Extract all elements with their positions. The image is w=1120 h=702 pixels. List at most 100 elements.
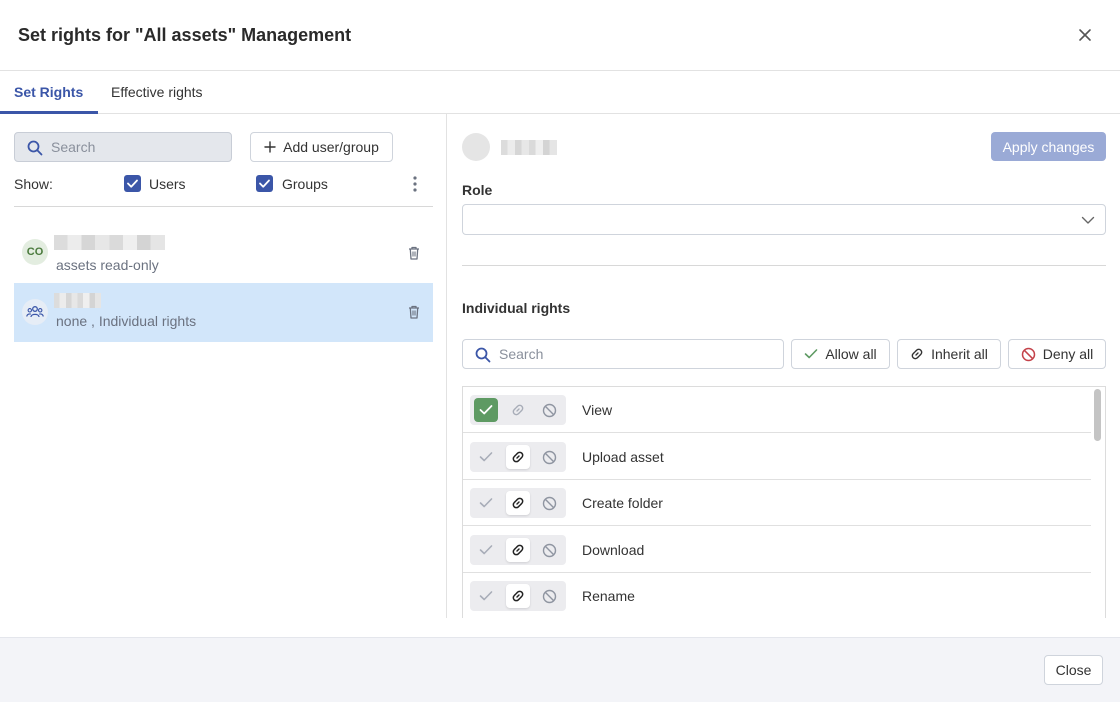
rights-search[interactable] — [462, 339, 784, 369]
check-icon — [479, 405, 493, 415]
deny-toggle[interactable] — [537, 538, 561, 562]
right-row-view: View — [463, 387, 1091, 433]
check-icon — [479, 498, 493, 508]
inherit-toggle[interactable] — [506, 445, 530, 469]
users-filter-label: Users — [149, 176, 186, 192]
block-icon — [1021, 347, 1035, 361]
divider — [462, 265, 1106, 266]
block-icon — [542, 496, 556, 510]
right-name: Create folder — [582, 495, 663, 511]
block-icon — [542, 450, 556, 464]
dialog-title: Set rights for "All assets" Management — [18, 25, 352, 45]
role-select[interactable] — [462, 204, 1106, 235]
block-icon — [542, 543, 556, 557]
more-options-icon[interactable] — [409, 175, 421, 193]
deny-toggle[interactable] — [537, 445, 561, 469]
users-checkbox[interactable] — [124, 175, 141, 192]
plus-icon — [264, 141, 276, 153]
check-icon — [259, 179, 270, 188]
entry-subtitle: none , Individual rights — [56, 313, 197, 329]
inherit-toggle[interactable] — [506, 584, 530, 608]
dialog-footer: Close — [0, 637, 1120, 702]
tab-set-rights[interactable]: Set Rights — [14, 84, 83, 100]
groups-filter-label: Groups — [282, 176, 328, 192]
right-name: Rename — [582, 588, 635, 604]
allow-toggle[interactable] — [474, 398, 498, 422]
rights-toggle — [470, 488, 566, 518]
inherit-all-button[interactable]: Inherit all — [897, 339, 1001, 369]
rights-toggle — [470, 395, 566, 425]
avatar: CO — [22, 239, 48, 265]
link-icon — [512, 404, 524, 416]
deny-all-button[interactable]: Deny all — [1008, 339, 1106, 369]
right-name: View — [582, 402, 613, 418]
right-name: Download — [582, 542, 645, 558]
trash-icon[interactable] — [407, 304, 421, 320]
show-label: Show: — [14, 176, 53, 192]
redacted-name — [54, 235, 165, 250]
dialog-header: Set rights for "All assets" Management — [0, 0, 1120, 71]
rights-search-input[interactable] — [499, 346, 774, 362]
allow-toggle[interactable] — [474, 445, 498, 469]
inherit-toggle[interactable] — [506, 491, 530, 515]
inherit-toggle[interactable] — [506, 538, 530, 562]
divider — [14, 206, 433, 207]
check-icon — [479, 545, 493, 555]
tab-bar: Set Rights Effective rights — [0, 71, 1120, 114]
individual-rights-label: Individual rights — [462, 300, 571, 316]
allow-toggle[interactable] — [474, 584, 498, 608]
rights-toggle — [470, 581, 566, 611]
principal-search[interactable] — [14, 132, 232, 162]
principal-entry-group[interactable]: none , Individual rights — [14, 283, 433, 342]
check-icon — [479, 452, 493, 462]
inherit-all-label: Inherit all — [931, 346, 988, 362]
close-icon[interactable] — [1075, 25, 1095, 45]
right-row-upload-asset: Upload asset — [463, 434, 1091, 480]
deny-toggle[interactable] — [537, 398, 561, 422]
block-icon — [542, 589, 556, 603]
right-row-download: Download — [463, 527, 1091, 573]
rights-panel: Apply changes Role Individual rights All… — [448, 114, 1120, 618]
allow-toggle[interactable] — [474, 491, 498, 515]
group-icon — [22, 299, 48, 325]
redacted-name — [54, 293, 101, 308]
add-user-group-button[interactable]: Add user/group — [250, 132, 393, 162]
principals-panel: Add user/group Show: Users Groups CO ass… — [0, 114, 447, 618]
rights-scrollbar[interactable] — [1094, 389, 1101, 441]
rights-toggle — [470, 442, 566, 472]
right-row-rename: Rename — [463, 573, 1091, 618]
apply-changes-button[interactable]: Apply changes — [991, 132, 1106, 161]
search-icon — [27, 140, 43, 156]
link-icon — [512, 497, 524, 509]
check-icon — [805, 349, 818, 359]
link-icon — [512, 590, 524, 602]
principal-search-input[interactable] — [51, 139, 221, 155]
trash-icon[interactable] — [407, 245, 421, 261]
allow-all-label: Allow all — [825, 346, 877, 362]
entry-subtitle: assets read-only — [56, 257, 159, 273]
right-name: Upload asset — [582, 449, 664, 465]
chevron-down-icon — [1081, 216, 1095, 224]
allow-toggle[interactable] — [474, 538, 498, 562]
search-icon — [475, 347, 491, 363]
close-button[interactable]: Close — [1044, 655, 1103, 685]
block-icon — [542, 403, 556, 417]
principal-entry-user[interactable]: CO assets read-only — [14, 223, 433, 282]
right-row-create-folder: Create folder — [463, 480, 1091, 526]
role-label: Role — [462, 182, 493, 198]
rights-toggle — [470, 535, 566, 565]
check-icon — [127, 179, 138, 188]
deny-toggle[interactable] — [537, 584, 561, 608]
link-icon — [512, 451, 524, 463]
deny-all-label: Deny all — [1042, 346, 1094, 362]
deny-toggle[interactable] — [537, 491, 561, 515]
link-icon — [512, 544, 524, 556]
avatar — [462, 133, 490, 161]
inherit-toggle[interactable] — [506, 398, 530, 422]
allow-all-button[interactable]: Allow all — [791, 339, 890, 369]
check-icon — [479, 591, 493, 601]
groups-checkbox[interactable] — [256, 175, 273, 192]
add-user-group-label: Add user/group — [283, 139, 379, 155]
tab-effective-rights[interactable]: Effective rights — [111, 84, 203, 100]
link-icon — [911, 348, 923, 360]
